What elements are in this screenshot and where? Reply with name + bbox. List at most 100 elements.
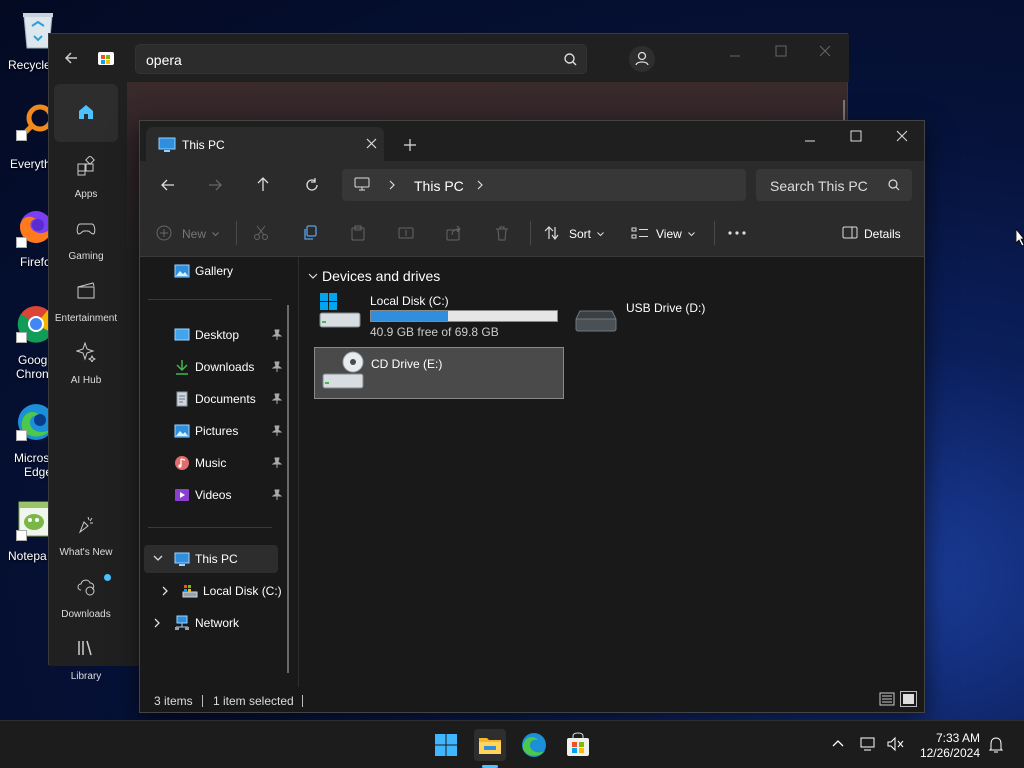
new-button[interactable]: New	[156, 219, 220, 247]
file-explorer-taskbar-icon[interactable]	[474, 729, 506, 761]
volume-muted-icon[interactable]	[886, 736, 904, 752]
nav-label: Network	[195, 616, 240, 630]
details-button[interactable]: Details	[842, 219, 908, 247]
rename-icon[interactable]	[398, 225, 414, 241]
nav-item-videos[interactable]: Videos	[148, 481, 282, 509]
tab-this-pc[interactable]: This PC	[146, 127, 384, 161]
maximize-icon[interactable]	[775, 45, 787, 57]
sidebar-item-entertainment[interactable]: Entertainment	[51, 272, 121, 330]
details-view-icon[interactable]	[879, 692, 895, 706]
sort-button[interactable]: Sort	[544, 219, 608, 247]
toolbar-divider	[714, 221, 715, 245]
nav-label: Gallery	[195, 264, 234, 278]
music-icon	[174, 455, 190, 471]
breadcrumb-chevron-icon[interactable]	[476, 180, 484, 190]
view-button[interactable]: View	[631, 219, 699, 247]
sidebar-item-downloads[interactable]: Downloads	[54, 568, 118, 626]
cloud-download-icon	[76, 576, 96, 596]
minimize-icon[interactable]	[729, 50, 741, 62]
explorer-search-input[interactable]: Search This PC	[756, 169, 912, 201]
nav-item-desktop[interactable]: Desktop	[148, 321, 282, 349]
pin-icon[interactable]	[272, 329, 282, 341]
search-icon[interactable]	[888, 179, 900, 191]
shortcut-arrow-icon	[16, 530, 27, 541]
sidebar-item-ai-hub[interactable]: AI Hub	[54, 334, 118, 392]
desktop-icon-google-chrome[interactable]: Goog Chron	[0, 300, 54, 382]
section-collapse-chevron-icon[interactable]	[308, 273, 318, 280]
maximize-icon[interactable]	[850, 130, 862, 142]
store-taskbar-icon[interactable]	[562, 729, 594, 761]
toolbar-divider	[530, 221, 531, 245]
pin-icon[interactable]	[272, 425, 282, 437]
address-bar[interactable]: This PC	[342, 169, 746, 201]
sidebar-item-gaming[interactable]: Gaming	[54, 210, 118, 268]
drive-local-disk-c[interactable]: Local Disk (C:) 40.9 GB free of 69.8 GB	[318, 291, 564, 339]
drive-cd-e[interactable]: CD Drive (E:)	[314, 347, 564, 399]
desktop-icon-recycle-bin[interactable]: Recycle	[0, 6, 53, 76]
show-hidden-icons-chevron-icon[interactable]	[832, 739, 844, 747]
nav-item-pictures[interactable]: Pictures	[148, 417, 282, 445]
nav-item-documents[interactable]: Documents	[148, 385, 282, 413]
sidebar-item-label: Gaming	[68, 251, 104, 262]
navigation-pane: Gallery Desktop Downloads Documents Pict…	[140, 257, 298, 687]
sidebar-item-label: Downloads	[61, 609, 111, 620]
nav-item-this-pc[interactable]: This PC	[144, 545, 278, 573]
close-icon[interactable]	[896, 130, 908, 142]
nav-item-network[interactable]: Network	[144, 609, 274, 637]
back-arrow-icon[interactable]	[63, 50, 79, 66]
refresh-icon[interactable]	[304, 177, 320, 193]
desktop-icon-microsoft-edge[interactable]: Micros Edge	[0, 398, 54, 480]
more-options-icon[interactable]	[728, 231, 746, 235]
drive-usb-d[interactable]: USB Drive (D:)	[574, 291, 820, 337]
minimize-icon[interactable]	[804, 135, 816, 147]
large-icons-view-icon[interactable]	[900, 691, 917, 707]
close-icon[interactable]	[819, 45, 831, 57]
account-icon[interactable]	[629, 46, 655, 72]
chevron-down-icon	[688, 232, 695, 237]
store-search-input[interactable]: opera	[135, 44, 587, 74]
nav-item-gallery[interactable]: Gallery	[148, 257, 278, 285]
desktop-icon-notepad[interactable]: Notepa	[0, 498, 50, 568]
nav-pane-scrollbar[interactable]	[287, 305, 289, 673]
pin-icon[interactable]	[272, 393, 282, 405]
new-tab-plus-icon[interactable]	[404, 139, 416, 151]
forward-arrow-icon[interactable]	[207, 177, 223, 193]
desktop-icon-everything[interactable]: Everyth	[0, 104, 52, 174]
tab-title: This PC	[182, 138, 225, 152]
sidebar-item-library[interactable]: Library	[54, 630, 118, 688]
paste-icon[interactable]	[350, 225, 366, 241]
chevron-right-icon[interactable]	[154, 618, 161, 628]
breadcrumb-chevron-icon[interactable]	[388, 180, 396, 190]
chevron-right-icon[interactable]	[162, 586, 169, 596]
store-logo-icon	[97, 48, 115, 66]
section-title: Devices and drives	[322, 268, 441, 284]
start-windows-icon[interactable]	[430, 729, 462, 761]
up-arrow-icon[interactable]	[255, 176, 271, 192]
share-icon[interactable]	[446, 225, 462, 241]
desktop-icon-firefox[interactable]: Firefo	[0, 205, 52, 275]
pin-icon[interactable]	[272, 457, 282, 469]
nav-item-downloads[interactable]: Downloads	[148, 353, 282, 381]
pin-icon[interactable]	[272, 361, 282, 373]
sidebar-item-whats-new[interactable]: What's New	[54, 506, 118, 564]
chevron-down-icon[interactable]	[153, 555, 163, 562]
back-arrow-icon[interactable]	[160, 177, 176, 193]
network-status-icon[interactable]	[860, 736, 878, 752]
copy-icon[interactable]	[302, 225, 318, 241]
clock-time[interactable]: 7:33 AM	[912, 731, 980, 745]
search-icon[interactable]	[564, 53, 577, 66]
cut-icon[interactable]	[253, 225, 269, 241]
file-explorer-window[interactable]: This PC This PC Search This PC New Sort …	[139, 120, 925, 713]
nav-item-music[interactable]: Music	[148, 449, 282, 477]
sidebar-item-home[interactable]	[54, 84, 118, 142]
pane-splitter[interactable]	[298, 257, 299, 687]
close-tab-icon[interactable]	[366, 138, 377, 149]
breadcrumb-this-pc[interactable]: This PC	[414, 178, 464, 194]
delete-trash-icon[interactable]	[494, 225, 510, 241]
edge-taskbar-icon[interactable]	[518, 729, 550, 761]
nav-item-local-disk[interactable]: Local Disk (C:)	[152, 577, 298, 605]
pin-icon[interactable]	[272, 489, 282, 501]
clock-date[interactable]: 12/26/2024	[912, 746, 980, 760]
sidebar-item-apps[interactable]: Apps	[54, 148, 118, 206]
notification-bell-icon[interactable]	[988, 736, 1004, 754]
